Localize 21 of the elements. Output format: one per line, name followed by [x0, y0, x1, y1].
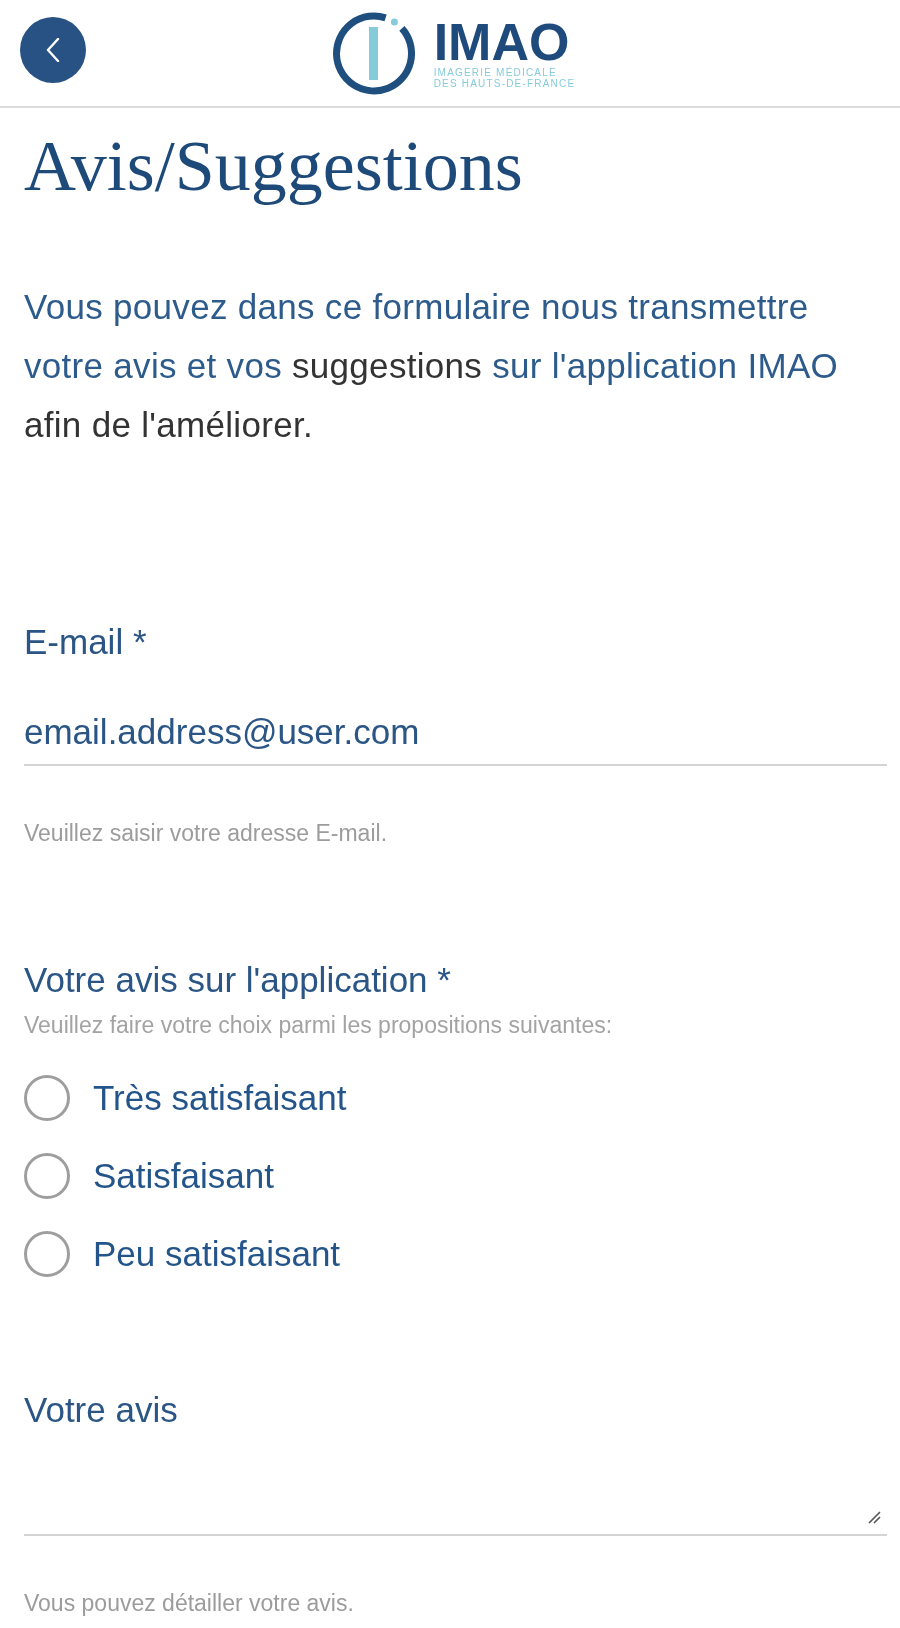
- radio-label[interactable]: Peu satisfaisant: [93, 1234, 341, 1274]
- hint-text: Veuillez faire votre choix parmi les propositions suivantes:: [24, 1011, 614, 1039]
- radio-button[interactable]: [24, 1075, 70, 1121]
- help-text: Vous pouvez détailler votre avis.: [24, 1589, 355, 1617]
- radio-label[interactable]: Très satisfaisant: [93, 1078, 347, 1118]
- chevron-left-icon: [46, 38, 60, 62]
- page-title: Avis/Suggestions: [24, 125, 524, 208]
- logo-icon: [332, 11, 415, 95]
- radio-button[interactable]: [24, 1231, 70, 1277]
- resize-handle-icon[interactable]: [868, 1511, 881, 1524]
- field-label: E-mail *: [24, 621, 148, 662]
- intro-text: Vous pouvez dans ce formulaire nous transmettre votre avis et vos suggestions sur l'application IMAO afin de l'améliorer.: [24, 286, 840, 446]
- logo-tagline: DES HAUTS-DE-FRANCE: [433, 78, 576, 89]
- email-input[interactable]: email.address@user.com: [24, 700, 887, 766]
- logo-wordmark: IMAO: [433, 17, 570, 67]
- radio-label[interactable]: Satisfaisant: [93, 1156, 274, 1196]
- field-label: Votre avis: [24, 1389, 179, 1430]
- radio-button[interactable]: [24, 1153, 70, 1199]
- help-text: Veuillez saisir votre adresse E-mail.: [24, 819, 389, 847]
- field-label: Votre avis sur l'application *: [24, 959, 452, 1000]
- logo-tagline: IMAGERIE MÉDICALE: [433, 67, 557, 78]
